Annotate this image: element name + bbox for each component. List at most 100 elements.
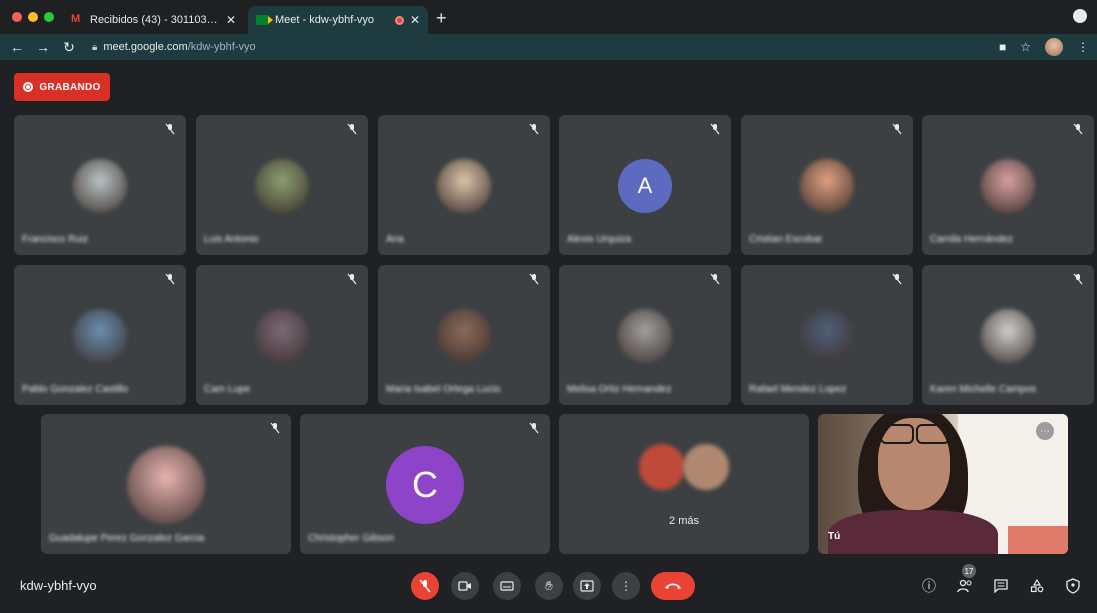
meet-icon — [256, 15, 273, 25]
reload-icon[interactable]: ↻ — [60, 39, 78, 56]
participant-tile[interactable]: Cristian Escobar — [741, 115, 913, 255]
participant-tile[interactable]: A Alexis Urquiza — [559, 115, 731, 255]
meeting-code: kdw-ybhf-vyo — [20, 578, 97, 593]
participant-count-badge: 17 — [962, 564, 976, 578]
mic-off-icon — [528, 123, 540, 135]
participant-tile[interactable]: Cam Lupe — [196, 265, 368, 405]
close-tab-icon[interactable]: ✕ — [226, 13, 236, 27]
mic-off-icon — [891, 273, 903, 285]
chat-button[interactable] — [990, 575, 1012, 597]
participant-name: Cam Lupe — [204, 384, 251, 395]
tab-meet[interactable]: Meet - kdw-ybhf-vyo ✕ — [248, 6, 428, 34]
avatar — [437, 309, 491, 363]
record-icon — [23, 82, 34, 92]
tab-meet-label: Meet - kdw-ybhf-vyo — [275, 14, 375, 26]
close-tab-icon[interactable]: ✕ — [410, 13, 420, 27]
participant-tile[interactable]: Camila Hernández — [922, 115, 1094, 255]
window-minimize-button[interactable] — [28, 12, 38, 22]
tile-options-icon[interactable]: ⋯ — [1036, 422, 1054, 440]
participant-name: Rafael Mendez Lopez — [749, 384, 847, 395]
url-field[interactable]: 🔒︎ meet.google.com/kdw-ybhf-vyo — [92, 41, 256, 53]
participant-name: Camila Hernández — [930, 234, 1013, 245]
mic-off-icon — [528, 422, 540, 434]
browser-tab-bar: Recibidos (43) - 30110301@u ✕ Meet - kdw… — [0, 0, 1097, 34]
address-bar: ← → ↻ 🔒︎ meet.google.com/kdw-ybhf-vyo ■ … — [0, 34, 1097, 60]
more-participants-tile[interactable]: 2 más — [559, 414, 809, 554]
camera-icon — [458, 581, 471, 591]
participant-tile[interactable]: Maria Isabel Ortega Lucio — [378, 265, 550, 405]
shield-icon — [1066, 578, 1080, 594]
participant-name: Guadalupe Perez Gonzalez Garcia — [49, 533, 205, 544]
kebab-menu-icon: ⋮ — [620, 579, 632, 593]
info-icon: ⓘ — [922, 578, 936, 594]
participant-name: Alexis Urquiza — [567, 234, 631, 245]
forward-arrow-icon[interactable]: → — [34, 39, 52, 55]
lock-icon: 🔒︎ — [92, 41, 98, 53]
mic-off-icon — [709, 123, 721, 135]
tab-gmail[interactable]: Recibidos (43) - 30110301@u ✕ — [62, 6, 244, 34]
participant-tile[interactable]: Luis Antonio — [196, 115, 368, 255]
participant-name: Luis Antonio — [204, 234, 259, 245]
participant-tile[interactable]: Pablo Gonzalez Castillo — [14, 265, 186, 405]
participant-tile[interactable]: Rafael Mendez Lopez — [741, 265, 913, 405]
avatar — [73, 159, 127, 213]
mic-off-icon — [1072, 273, 1084, 285]
avatar — [981, 309, 1035, 363]
kebab-menu-icon[interactable]: ⋮ — [1077, 40, 1089, 54]
more-options-button[interactable]: ⋮ — [612, 572, 640, 600]
mic-off-icon — [164, 273, 176, 285]
profile-avatar[interactable] — [1045, 38, 1063, 56]
mic-off-icon — [709, 273, 721, 285]
people-icon — [957, 579, 972, 593]
participant-tile[interactable]: C Christopher Gibson — [300, 414, 550, 554]
camera-toggle-button[interactable] — [451, 572, 479, 600]
self-body — [828, 510, 998, 554]
participant-tile[interactable]: Guadalupe Perez Gonzalez Garcia — [41, 414, 291, 554]
mic-off-icon — [528, 273, 540, 285]
raise-hand-button[interactable]: ✋︎ — [535, 572, 563, 600]
window-close-button[interactable] — [12, 12, 22, 22]
people-button[interactable] — [954, 575, 976, 597]
recording-label: GRABANDO — [39, 81, 101, 93]
hang-up-icon — [665, 583, 681, 589]
tab-gmail-label: Recibidos (43) - 30110301@u — [90, 14, 220, 26]
avatar — [437, 159, 491, 213]
bookmark-star-icon[interactable]: ☆ — [1020, 40, 1031, 54]
browser-menu-icon[interactable] — [1073, 9, 1087, 23]
participant-tile[interactable]: Karen Michelle Campos — [922, 265, 1094, 405]
participant-tile[interactable]: Melisa Ortiz Hernandez — [559, 265, 731, 405]
camera-in-use-icon[interactable]: ■ — [999, 40, 1006, 54]
mic-off-icon — [419, 579, 431, 593]
participant-name: Ana — [386, 234, 404, 245]
avatar: A — [618, 159, 672, 213]
participant-tile[interactable]: Ana — [378, 115, 550, 255]
meeting-details-button[interactable]: ⓘ — [918, 575, 940, 597]
back-arrow-icon[interactable]: ← — [8, 39, 26, 55]
captions-icon — [500, 581, 514, 591]
activities-button[interactable] — [1026, 575, 1048, 597]
mic-off-icon — [891, 123, 903, 135]
host-controls-button[interactable] — [1062, 575, 1084, 597]
avatar — [127, 446, 205, 524]
avatar — [618, 309, 672, 363]
avatar — [981, 159, 1035, 213]
avatar — [800, 309, 854, 363]
self-label: Tú — [828, 531, 841, 542]
present-screen-button[interactable] — [573, 572, 601, 600]
avatar — [800, 159, 854, 213]
leave-call-button[interactable] — [651, 572, 695, 600]
mic-off-icon — [346, 273, 358, 285]
activities-icon — [1030, 579, 1044, 593]
participant-name: Cristian Escobar — [749, 234, 823, 245]
avatar — [255, 309, 309, 363]
avatar — [683, 444, 729, 490]
mic-off-icon — [164, 123, 176, 135]
participant-tile[interactable]: Francisco Ruiz — [14, 115, 186, 255]
recording-badge[interactable]: GRABANDO — [14, 73, 110, 101]
window-maximize-button[interactable] — [44, 12, 54, 22]
mic-toggle-button[interactable] — [411, 572, 439, 600]
glasses — [870, 424, 954, 446]
new-tab-button[interactable]: + — [436, 8, 447, 29]
self-video-tile[interactable]: ⋯ Tú — [818, 414, 1068, 554]
captions-button[interactable] — [493, 572, 521, 600]
